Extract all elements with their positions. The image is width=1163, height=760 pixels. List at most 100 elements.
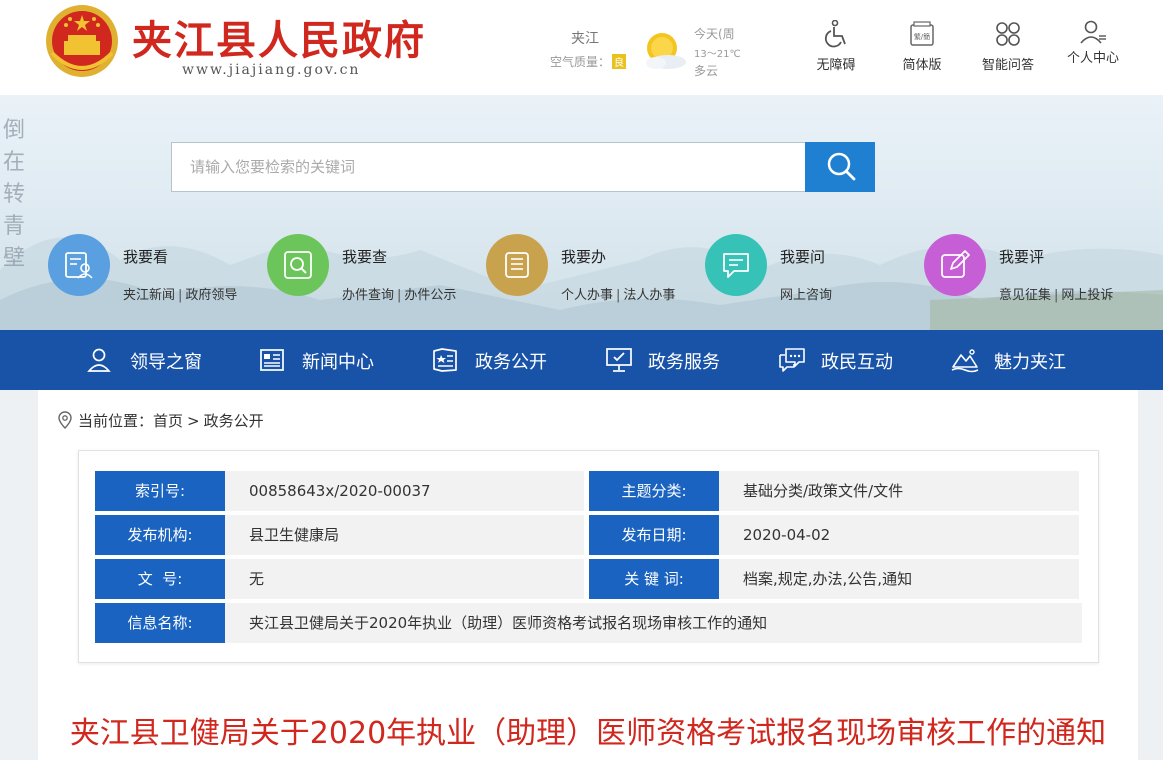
accessibility-button[interactable]: 无障碍 [801,20,871,73]
wheelchair-icon [824,20,846,48]
quick-handle-links: 个人办事 | 法人办事 [561,284,675,303]
meta-label: 主题分类: [589,471,725,511]
banner: 倒在转青壁 请输入您要检索的关键词 我要看 夹江新闻 | 政府领导 我要查 办件… [0,95,1163,330]
meta-label: 文 号: [95,559,231,599]
quick-view-circle[interactable] [48,234,110,296]
charm-icon [951,349,979,373]
document-title: 夹江县卫健局关于2020年执业（助理）医师资格考试报名现场审核工作的通知 [69,716,1107,751]
site-url: www.jiajiang.gov.cn [182,62,361,78]
nav-label: 政务公开 [475,352,547,373]
breadcrumb: 当前位置：首页 > 政务公开 [58,410,264,431]
meta-value: 无 [225,559,584,599]
air-quality-label: 空气质量： [550,55,611,69]
quick-ask-circle[interactable] [705,234,767,296]
breadcrumb-separator: > [187,412,200,430]
link-online-complaint[interactable]: 网上投诉 [1061,288,1113,303]
quick-ask[interactable]: 我要问 网上咨询 [705,234,915,304]
link-separator: | [1054,288,1059,303]
quick-comment[interactable]: 我要评 意见征集 | 网上投诉 [924,234,1134,304]
search-button[interactable] [805,142,875,192]
query-icon [284,251,312,279]
user-icon [1080,20,1106,44]
qa-icon [996,22,1020,46]
simplified-label: 简体版 [902,58,942,73]
calligraphy-text: 倒在转青壁 [3,118,26,271]
meta-row-org: 发布机构: 县卫生健康局 [95,515,584,555]
weather-temp: 13～21℃ [694,49,741,60]
link-gov-leaders[interactable]: 政府领导 [185,288,237,303]
site-title[interactable]: 夹江县人民政府 [132,8,426,66]
meta-value: 基础分类/政策文件/文件 [719,471,1079,511]
quick-ask-links: 网上咨询 [780,284,832,303]
ask-icon [723,253,749,278]
quick-query[interactable]: 我要查 办件查询 | 办件公示 [267,234,477,304]
personal-center-label: 个人中心 [1066,51,1119,66]
quick-query-links: 办件查询 | 办件公示 [342,284,456,303]
quick-query-circle[interactable] [267,234,329,296]
comment-icon [941,250,970,278]
meta-value: 00858643x/2020-00037 [225,471,584,511]
weather-condition: 多云 [694,64,719,78]
simplified-icon: 繁/簡 [910,21,934,46]
interaction-icon [779,348,805,372]
meta-row-keywords: 关 键 词: 档案,规定,办法,公告,通知 [589,559,1079,599]
meta-label: 信息名称: [95,603,231,643]
link-separator: | [178,288,183,303]
link-separator: | [616,288,621,303]
quick-view-links: 夹江新闻 | 政府领导 [123,284,237,303]
link-case-query[interactable]: 办件查询 [342,288,394,303]
meta-label: 发布机构: [95,515,231,555]
quick-comment-links: 意见征集 | 网上投诉 [999,284,1113,303]
breadcrumb-home[interactable]: 首页 [153,412,183,430]
meta-value: 2020-04-02 [719,515,1079,555]
news-icon [260,349,284,371]
main-nav: 领导之窗 新闻中心 政务公开 政务服务 政民互动 魅力夹江 [0,330,1163,390]
meta-row-name: 信息名称: 夹江县卫健局关于2020年执业（助理）医师资格考试报名现场审核工作的… [95,603,1082,643]
weather-city: 夹江 [571,31,599,47]
nav-label: 政民互动 [821,352,893,373]
nav-label: 政务服务 [648,352,720,373]
open-gov-icon [433,348,457,372]
quick-query-title: 我要查 [342,248,388,266]
location-pin-icon [58,411,72,429]
handle-icon [505,252,529,278]
link-separator: | [397,288,402,303]
air-quality-badge: 良 [612,54,627,69]
link-online-consult[interactable]: 网上咨询 [780,288,832,303]
search-icon [827,152,856,181]
weather-today: 今天(周 [694,27,735,41]
air-quality: 空气质量：良 [550,53,627,70]
svg-text:繁/簡: 繁/簡 [914,32,930,41]
quick-view-title: 我要看 [123,248,169,266]
national-emblem-icon [46,5,118,77]
meta-row-docno: 文 号: 无 [95,559,584,599]
search-input[interactable]: 请输入您要检索的关键词 [171,142,806,192]
link-opinion-collect[interactable]: 意见征集 [999,288,1051,303]
meta-value: 夹江县卫健局关于2020年执业（助理）医师资格考试报名现场审核工作的通知 [225,603,1082,643]
link-case-public[interactable]: 办件公示 [404,288,456,303]
quick-comment-title: 我要评 [999,248,1045,266]
content-panel: 当前位置：首页 > 政务公开 索引号: 00858643x/2020-00037 主… [38,390,1138,760]
quick-comment-circle[interactable] [924,234,986,296]
quick-handle[interactable]: 我要办 个人办事 | 法人办事 [486,234,696,304]
quick-handle-circle[interactable] [486,234,548,296]
link-jiajiang-news[interactable]: 夹江新闻 [123,288,175,303]
breadcrumb-open-gov[interactable]: 政务公开 [204,412,264,430]
personal-center-button[interactable]: 个人中心 [1058,20,1128,66]
meta-row-date: 发布日期: 2020-04-02 [589,515,1079,555]
accessibility-label: 无障碍 [816,58,856,73]
nav-label: 魅力夹江 [994,352,1066,373]
quick-view[interactable]: 我要看 夹江新闻 | 政府领导 [48,234,258,304]
breadcrumb-prefix: 当前位置： [78,412,154,430]
view-icon [65,252,93,279]
link-personal-affairs[interactable]: 个人办事 [561,288,613,303]
meta-label: 索引号: [95,471,231,511]
meta-row-category: 主题分类: 基础分类/政策文件/文件 [589,471,1079,511]
quick-handle-title: 我要办 [561,248,607,266]
smart-qa-button[interactable]: 智能问答 [973,20,1043,73]
simplified-button[interactable]: 繁/簡 简体版 [887,20,957,73]
quick-ask-title: 我要问 [780,248,826,266]
meta-label: 发布日期: [589,515,725,555]
link-legal-affairs[interactable]: 法人办事 [623,288,675,303]
site-header: 夹江县人民政府 www.jiajiang.gov.cn 夹江 空气质量：良 今天… [0,0,1163,95]
